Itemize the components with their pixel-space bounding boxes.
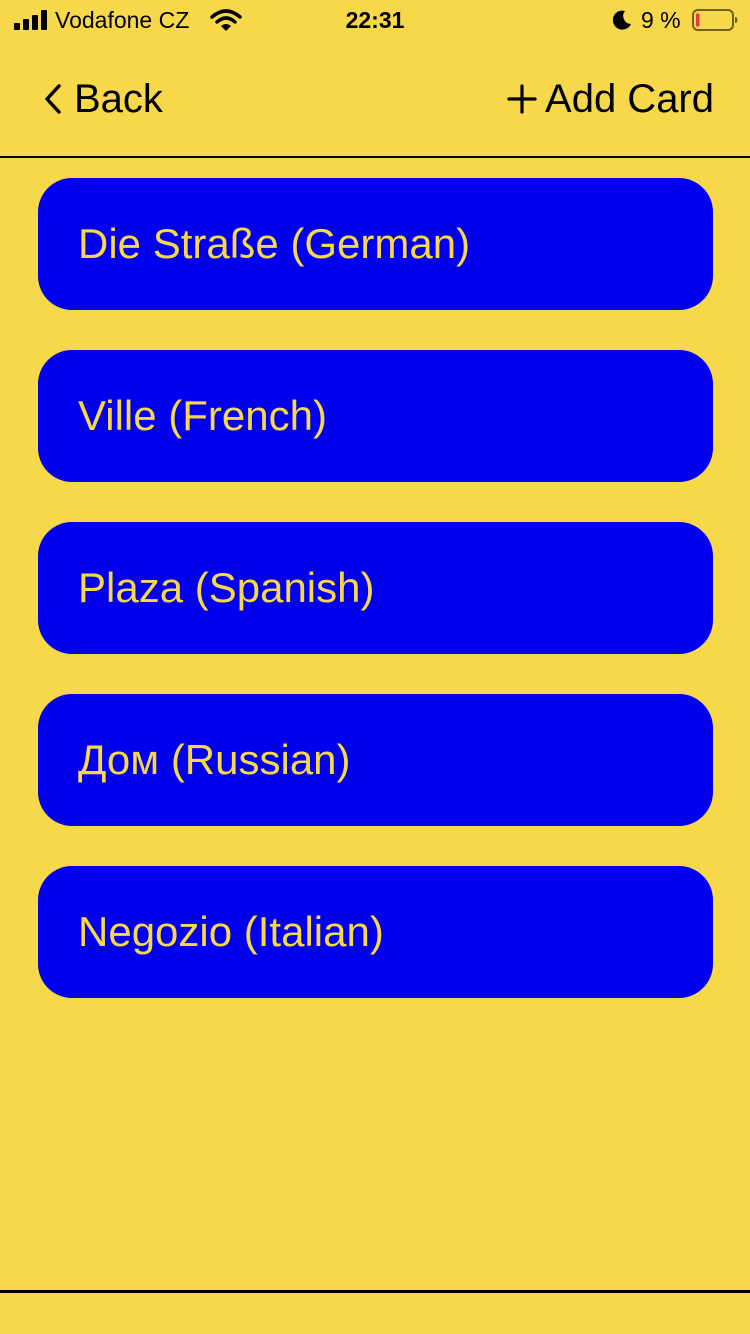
back-button[interactable]: Back bbox=[42, 74, 163, 124]
card-list: Die Straße (German) Ville (French) Plaza… bbox=[38, 178, 713, 1038]
card-label: Дом (Russian) bbox=[78, 736, 351, 783]
card-label: Negozio (Italian) bbox=[78, 908, 384, 955]
chevron-left-icon bbox=[45, 84, 61, 114]
card-item[interactable]: Ville (French) bbox=[38, 350, 713, 482]
nav-bar: Back Add Card bbox=[0, 40, 750, 158]
card-label: Plaza (Spanish) bbox=[78, 564, 375, 611]
battery-percent: 9 % bbox=[641, 7, 681, 33]
add-card-label: Add Card bbox=[545, 77, 714, 121]
status-bar: Vodafone CZ 22:31 9 % bbox=[0, 0, 750, 40]
add-card-button[interactable]: Add Card bbox=[507, 74, 714, 124]
card-item[interactable]: Die Straße (German) bbox=[38, 178, 713, 310]
card-label: Ville (French) bbox=[78, 392, 327, 439]
battery-icon bbox=[692, 9, 738, 31]
card-item[interactable]: Negozio (Italian) bbox=[38, 866, 713, 998]
card-item[interactable]: Дом (Russian) bbox=[38, 694, 713, 826]
bottom-divider bbox=[0, 1290, 750, 1293]
moon-icon bbox=[612, 10, 631, 30]
card-label: Die Straße (German) bbox=[78, 220, 471, 267]
plus-icon bbox=[507, 84, 537, 114]
card-item[interactable]: Plaza (Spanish) bbox=[38, 522, 713, 654]
back-label: Back bbox=[74, 77, 163, 121]
status-time: 22:31 bbox=[345, 7, 405, 33]
